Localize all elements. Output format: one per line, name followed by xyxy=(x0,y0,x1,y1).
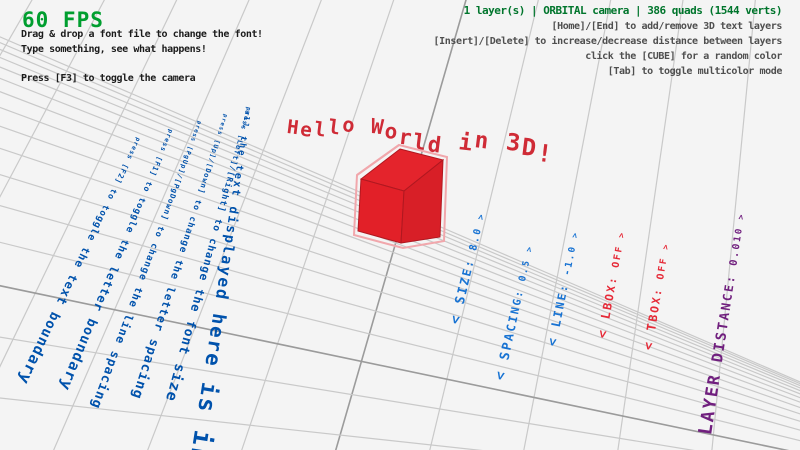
cube-face-left xyxy=(358,179,404,243)
help-line-distance: [Insert]/[Delete] to increase/decrease d… xyxy=(434,34,782,49)
help-panel-right: 1 layer(s) | ORBITAL camera | 386 quads … xyxy=(434,3,782,79)
help-line-camera: Press [F3] to toggle the camera xyxy=(21,71,263,86)
help-spacer xyxy=(21,57,263,71)
help-line-multicolor: [Tab] to toggle multicolor mode xyxy=(434,64,782,79)
help-line-layers: [Home]/[End] to add/remove 3D text layer… xyxy=(434,19,782,34)
status-line: 1 layer(s) | ORBITAL camera | 386 quads … xyxy=(434,3,782,19)
help-line-cube-color: click the [CUBE] for a random color xyxy=(434,49,782,64)
app-window: press [F2] to toggle the text boundary p… xyxy=(0,0,800,450)
help-line-type: Type something, see what happens! xyxy=(21,42,263,57)
help-panel-left: Drag & drop a font file to change the fo… xyxy=(21,27,263,86)
help-line-drag-drop: Drag & drop a font file to change the fo… xyxy=(21,27,263,42)
